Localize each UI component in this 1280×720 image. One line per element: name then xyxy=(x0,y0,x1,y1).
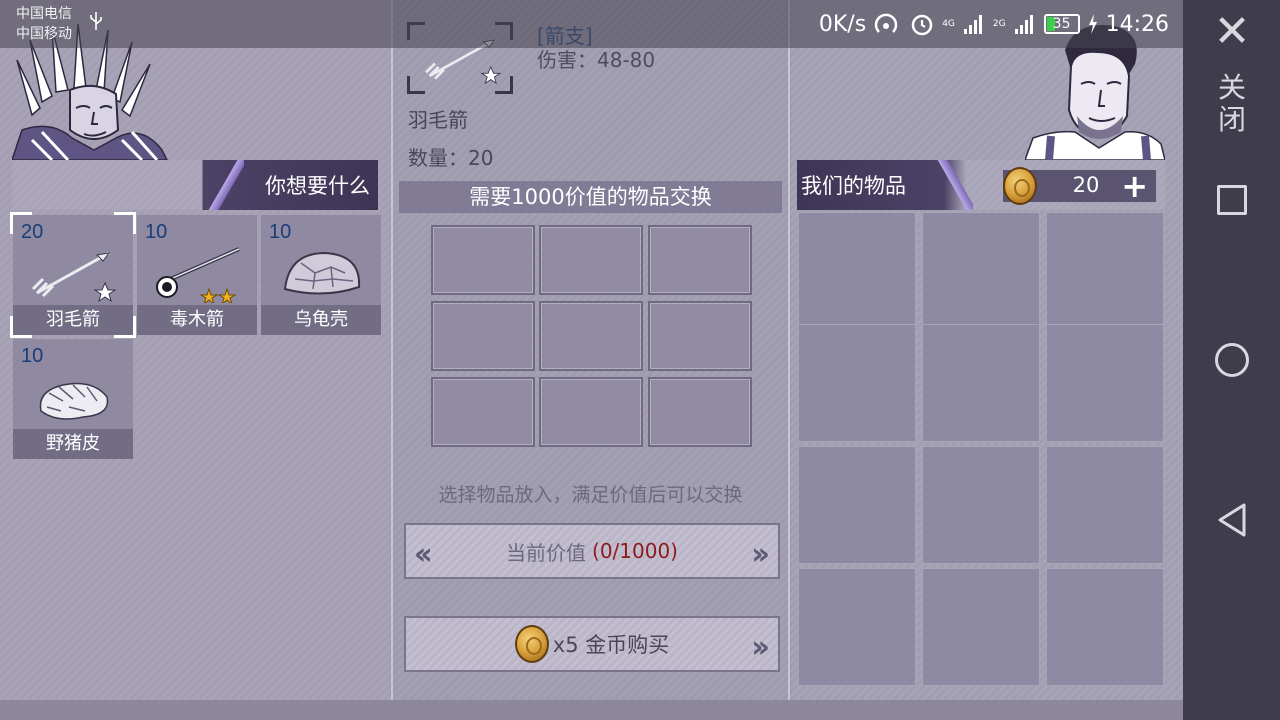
exchange-slot[interactable] xyxy=(431,301,535,371)
clock: 14:26 xyxy=(1105,11,1169,37)
our-item-slot[interactable] xyxy=(798,324,916,442)
our-item-slot[interactable] xyxy=(1046,324,1164,442)
signal-icon-1 xyxy=(963,15,982,34)
chevron-right-icon: ›› xyxy=(751,537,770,572)
our-item-slot[interactable] xyxy=(1046,568,1164,686)
poison-arrow-icon xyxy=(156,247,240,303)
item-count: 10 xyxy=(145,221,168,243)
alarm-icon xyxy=(911,14,933,36)
item-name: 毒木箭 xyxy=(137,305,257,335)
feather-arrow-icon xyxy=(31,251,117,303)
carrier-labels: 中国电信 中国移动 xyxy=(16,4,72,44)
back-button[interactable] xyxy=(1216,502,1248,538)
header-slash-decoration xyxy=(937,160,973,210)
buy-label: x5 金币购买 xyxy=(552,633,670,657)
recent-apps-button[interactable] xyxy=(1217,185,1247,215)
current-value: (0/1000) xyxy=(592,539,678,563)
our-item-slot[interactable] xyxy=(922,324,1040,442)
our-item-slot[interactable] xyxy=(798,212,916,330)
exchange-slot[interactable] xyxy=(648,377,752,447)
item-slot-boar-hide[interactable]: 10 野猪皮 xyxy=(13,339,133,459)
exchange-slot[interactable] xyxy=(431,225,535,295)
chevron-right-icon: ›› xyxy=(751,630,770,665)
buy-with-gold-button[interactable]: x5 金币购买 ›› xyxy=(404,616,780,672)
game-screen: 中国电信 中国移动 0K/s 4G 2G 35 14:26 你想要什么 20 羽… xyxy=(0,0,1183,720)
item-slot-feather-arrow[interactable]: 20 羽毛箭 xyxy=(13,215,133,335)
bottom-strip xyxy=(0,700,1183,720)
wanted-header-title: 你想要什么 xyxy=(265,174,370,198)
exchange-slot[interactable] xyxy=(539,301,643,371)
item-slot-turtle-shell[interactable]: 10 乌龟壳 xyxy=(261,215,381,335)
usb-icon xyxy=(90,12,102,30)
item-name: 乌龟壳 xyxy=(261,305,381,335)
exchange-slot[interactable] xyxy=(648,301,752,371)
our-items-header-title: 我们的物品 xyxy=(801,174,906,198)
signal-icon-2 xyxy=(1014,15,1033,34)
battery-level: 35 xyxy=(1052,16,1071,32)
status-bar: 中国电信 中国移动 0K/s 4G 2G 35 14:26 xyxy=(0,0,1183,48)
signal-label-2: 2G xyxy=(992,18,1006,29)
gold-coin-icon xyxy=(1003,167,1037,205)
hotspot-icon xyxy=(874,13,898,33)
our-item-slot[interactable] xyxy=(922,212,1040,330)
carrier-2: 中国移动 xyxy=(16,26,72,42)
gold-amount: 20 xyxy=(1072,173,1100,197)
gold-balance: 20 + xyxy=(1003,167,1156,205)
gold-coin-icon xyxy=(514,625,549,663)
exchange-slot[interactable] xyxy=(648,225,752,295)
detail-item-damage: 伤害：48-80 xyxy=(537,48,656,72)
detail-item-quantity: 数量：20 xyxy=(408,146,494,170)
item-slot-poison-arrow[interactable]: 10 毒木箭 xyxy=(137,215,257,335)
signal-label-1: 4G xyxy=(942,18,955,29)
exchange-button[interactable]: ‹‹ 当前价值 (0/1000) ›› xyxy=(404,523,780,579)
our-item-slot[interactable] xyxy=(1046,212,1164,330)
status-indicators: 0K/s 4G 2G 35 14:26 xyxy=(819,10,1169,38)
net-speed: 0K/s xyxy=(818,11,867,37)
our-item-slot[interactable] xyxy=(798,446,916,564)
our-item-slot[interactable] xyxy=(798,568,916,686)
close-icon[interactable]: ✕ xyxy=(1212,10,1252,54)
turtle-shell-icon xyxy=(283,251,361,295)
exchange-requirement-title: 需要1000价值的物品交换 xyxy=(399,181,782,213)
exchange-slot[interactable] xyxy=(539,225,643,295)
add-gold-button[interactable]: + xyxy=(1121,167,1148,205)
our-item-slot[interactable] xyxy=(922,568,1040,686)
charging-icon xyxy=(1088,14,1097,34)
chevron-left-icon: ‹‹ xyxy=(414,537,433,572)
detail-item-name: 羽毛箭 xyxy=(408,108,468,132)
exchange-slot[interactable] xyxy=(539,377,643,447)
item-count: 20 xyxy=(21,221,44,243)
item-count: 10 xyxy=(269,221,292,243)
carrier-1: 中国电信 xyxy=(16,6,72,22)
item-name: 野猪皮 xyxy=(13,429,133,459)
wanted-header: 你想要什么 xyxy=(12,160,378,210)
exchange-hint: 选择物品放入，满足价值后可以交换 xyxy=(438,484,743,506)
home-button[interactable] xyxy=(1215,343,1249,377)
our-item-slot[interactable] xyxy=(922,446,1040,564)
our-item-slot[interactable] xyxy=(1046,446,1164,564)
close-label[interactable]: 关闭 xyxy=(1214,72,1250,136)
item-name: 羽毛箭 xyxy=(13,305,133,335)
boar-hide-icon xyxy=(39,382,109,420)
current-value-label: 当前价值 xyxy=(506,540,587,565)
header-slash-decoration xyxy=(208,160,244,210)
exchange-slot[interactable] xyxy=(431,377,535,447)
item-count: 10 xyxy=(21,345,44,367)
battery-icon: 35 xyxy=(1043,14,1080,34)
